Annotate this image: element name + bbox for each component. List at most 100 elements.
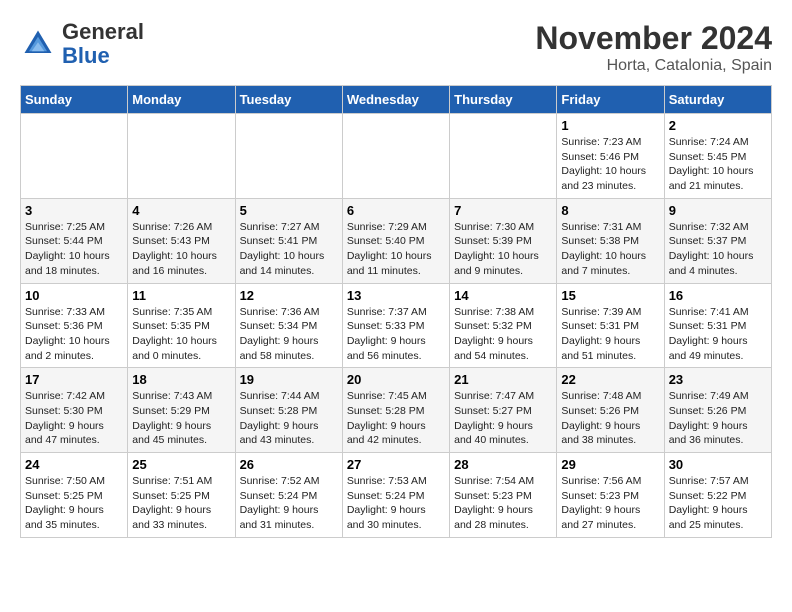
calendar-cell: 10 Sunrise: 7:33 AM Sunset: 5:36 PM Dayli… bbox=[21, 283, 128, 368]
day-info: Sunrise: 7:24 AM Sunset: 5:45 PM Dayligh… bbox=[669, 135, 767, 194]
calendar-cell: 16 Sunrise: 7:41 AM Sunset: 5:31 PM Dayli… bbox=[664, 283, 771, 368]
month-title: November 2024 bbox=[535, 20, 772, 57]
day-info: Sunrise: 7:33 AM Sunset: 5:36 PM Dayligh… bbox=[25, 305, 123, 364]
day-info: Sunrise: 7:36 AM Sunset: 5:34 PM Dayligh… bbox=[240, 305, 338, 364]
day-number: 29 bbox=[561, 457, 659, 472]
day-info: Sunrise: 7:57 AM Sunset: 5:22 PM Dayligh… bbox=[669, 474, 767, 533]
day-number: 28 bbox=[454, 457, 552, 472]
day-info: Sunrise: 7:54 AM Sunset: 5:23 PM Dayligh… bbox=[454, 474, 552, 533]
day-number: 14 bbox=[454, 288, 552, 303]
day-info: Sunrise: 7:53 AM Sunset: 5:24 PM Dayligh… bbox=[347, 474, 445, 533]
calendar-cell: 14 Sunrise: 7:38 AM Sunset: 5:32 PM Dayli… bbox=[450, 283, 557, 368]
day-info: Sunrise: 7:56 AM Sunset: 5:23 PM Dayligh… bbox=[561, 474, 659, 533]
day-info: Sunrise: 7:43 AM Sunset: 5:29 PM Dayligh… bbox=[132, 389, 230, 448]
day-info: Sunrise: 7:42 AM Sunset: 5:30 PM Dayligh… bbox=[25, 389, 123, 448]
calendar-week-row: 3 Sunrise: 7:25 AM Sunset: 5:44 PM Daylig… bbox=[21, 198, 772, 283]
day-of-week-header: Saturday bbox=[664, 86, 771, 114]
day-number: 17 bbox=[25, 372, 123, 387]
calendar-cell: 18 Sunrise: 7:43 AM Sunset: 5:29 PM Dayli… bbox=[128, 368, 235, 453]
calendar-cell: 2Sunrise: 7:24 AM Sunset: 5:45 PM Daylig… bbox=[664, 114, 771, 199]
day-number: 23 bbox=[669, 372, 767, 387]
day-info: Sunrise: 7:49 AM Sunset: 5:26 PM Dayligh… bbox=[669, 389, 767, 448]
day-info: Sunrise: 7:23 AM Sunset: 5:46 PM Dayligh… bbox=[561, 135, 659, 194]
day-info: Sunrise: 7:41 AM Sunset: 5:31 PM Dayligh… bbox=[669, 305, 767, 364]
day-number: 9 bbox=[669, 203, 767, 218]
calendar-cell: 17 Sunrise: 7:42 AM Sunset: 5:30 PM Dayli… bbox=[21, 368, 128, 453]
day-number: 13 bbox=[347, 288, 445, 303]
day-number: 22 bbox=[561, 372, 659, 387]
calendar-cell: 19Sunrise: 7:44 AM Sunset: 5:28 PM Dayli… bbox=[235, 368, 342, 453]
day-info: Sunrise: 7:35 AM Sunset: 5:35 PM Dayligh… bbox=[132, 305, 230, 364]
day-info: Sunrise: 7:48 AM Sunset: 5:26 PM Dayligh… bbox=[561, 389, 659, 448]
day-number: 1 bbox=[561, 118, 659, 133]
calendar-cell: 24 Sunrise: 7:50 AM Sunset: 5:25 PM Dayli… bbox=[21, 453, 128, 538]
calendar-cell: 7 Sunrise: 7:30 AM Sunset: 5:39 PM Daylig… bbox=[450, 198, 557, 283]
calendar-cell: 27 Sunrise: 7:53 AM Sunset: 5:24 PM Dayli… bbox=[342, 453, 449, 538]
calendar-cell: 11 Sunrise: 7:35 AM Sunset: 5:35 PM Dayli… bbox=[128, 283, 235, 368]
day-number: 27 bbox=[347, 457, 445, 472]
day-number: 24 bbox=[25, 457, 123, 472]
calendar-cell: 23 Sunrise: 7:49 AM Sunset: 5:26 PM Dayli… bbox=[664, 368, 771, 453]
day-number: 5 bbox=[240, 203, 338, 218]
day-info: Sunrise: 7:39 AM Sunset: 5:31 PM Dayligh… bbox=[561, 305, 659, 364]
day-number: 18 bbox=[132, 372, 230, 387]
day-of-week-header: Monday bbox=[128, 86, 235, 114]
day-number: 16 bbox=[669, 288, 767, 303]
day-info: Sunrise: 7:31 AM Sunset: 5:38 PM Dayligh… bbox=[561, 220, 659, 279]
day-number: 10 bbox=[25, 288, 123, 303]
logo-icon bbox=[20, 26, 56, 62]
day-of-week-header: Wednesday bbox=[342, 86, 449, 114]
calendar-cell: 25 Sunrise: 7:51 AM Sunset: 5:25 PM Dayli… bbox=[128, 453, 235, 538]
calendar-cell: 1 Sunrise: 7:23 AM Sunset: 5:46 PM Daylig… bbox=[557, 114, 664, 199]
calendar-cell: 5Sunrise: 7:27 AM Sunset: 5:41 PM Daylig… bbox=[235, 198, 342, 283]
page-header: General Blue November 2024 Horta, Catalo… bbox=[20, 20, 772, 75]
calendar-cell: 15 Sunrise: 7:39 AM Sunset: 5:31 PM Dayli… bbox=[557, 283, 664, 368]
calendar-cell: 21Sunrise: 7:47 AM Sunset: 5:27 PM Dayli… bbox=[450, 368, 557, 453]
day-of-week-header: Tuesday bbox=[235, 86, 342, 114]
location-subtitle: Horta, Catalonia, Spain bbox=[535, 57, 772, 75]
calendar-cell bbox=[235, 114, 342, 199]
day-info: Sunrise: 7:45 AM Sunset: 5:28 PM Dayligh… bbox=[347, 389, 445, 448]
calendar-week-row: 24 Sunrise: 7:50 AM Sunset: 5:25 PM Dayli… bbox=[21, 453, 772, 538]
calendar-cell bbox=[21, 114, 128, 199]
calendar-cell: 12 Sunrise: 7:36 AM Sunset: 5:34 PM Dayli… bbox=[235, 283, 342, 368]
day-number: 3 bbox=[25, 203, 123, 218]
calendar-week-row: 1 Sunrise: 7:23 AM Sunset: 5:46 PM Daylig… bbox=[21, 114, 772, 199]
day-number: 6 bbox=[347, 203, 445, 218]
calendar-week-row: 10 Sunrise: 7:33 AM Sunset: 5:36 PM Dayli… bbox=[21, 283, 772, 368]
day-of-week-header: Sunday bbox=[21, 86, 128, 114]
day-info: Sunrise: 7:32 AM Sunset: 5:37 PM Dayligh… bbox=[669, 220, 767, 279]
day-number: 4 bbox=[132, 203, 230, 218]
calendar-cell: 4 Sunrise: 7:26 AM Sunset: 5:43 PM Daylig… bbox=[128, 198, 235, 283]
calendar-cell: 13 Sunrise: 7:37 AM Sunset: 5:33 PM Dayli… bbox=[342, 283, 449, 368]
logo-general-text: General bbox=[62, 19, 144, 44]
calendar-cell bbox=[450, 114, 557, 199]
title-block: November 2024 Horta, Catalonia, Spain bbox=[535, 20, 772, 75]
calendar-cell bbox=[128, 114, 235, 199]
day-number: 12 bbox=[240, 288, 338, 303]
calendar-week-row: 17 Sunrise: 7:42 AM Sunset: 5:30 PM Dayli… bbox=[21, 368, 772, 453]
day-info: Sunrise: 7:52 AM Sunset: 5:24 PM Dayligh… bbox=[240, 474, 338, 533]
day-info: Sunrise: 7:25 AM Sunset: 5:44 PM Dayligh… bbox=[25, 220, 123, 279]
day-info: Sunrise: 7:30 AM Sunset: 5:39 PM Dayligh… bbox=[454, 220, 552, 279]
day-info: Sunrise: 7:44 AM Sunset: 5:28 PM Dayligh… bbox=[240, 389, 338, 448]
day-number: 11 bbox=[132, 288, 230, 303]
day-number: 15 bbox=[561, 288, 659, 303]
calendar-cell: 20Sunrise: 7:45 AM Sunset: 5:28 PM Dayli… bbox=[342, 368, 449, 453]
day-number: 25 bbox=[132, 457, 230, 472]
day-info: Sunrise: 7:26 AM Sunset: 5:43 PM Dayligh… bbox=[132, 220, 230, 279]
calendar-cell: 6 Sunrise: 7:29 AM Sunset: 5:40 PM Daylig… bbox=[342, 198, 449, 283]
calendar-cell: 30 Sunrise: 7:57 AM Sunset: 5:22 PM Dayli… bbox=[664, 453, 771, 538]
calendar-cell: 29 Sunrise: 7:56 AM Sunset: 5:23 PM Dayli… bbox=[557, 453, 664, 538]
calendar-cell: 26 Sunrise: 7:52 AM Sunset: 5:24 PM Dayli… bbox=[235, 453, 342, 538]
calendar-cell: 9 Sunrise: 7:32 AM Sunset: 5:37 PM Daylig… bbox=[664, 198, 771, 283]
calendar-table: SundayMondayTuesdayWednesdayThursdayFrid… bbox=[20, 85, 772, 538]
day-info: Sunrise: 7:51 AM Sunset: 5:25 PM Dayligh… bbox=[132, 474, 230, 533]
day-number: 30 bbox=[669, 457, 767, 472]
day-number: 7 bbox=[454, 203, 552, 218]
day-info: Sunrise: 7:37 AM Sunset: 5:33 PM Dayligh… bbox=[347, 305, 445, 364]
day-info: Sunrise: 7:38 AM Sunset: 5:32 PM Dayligh… bbox=[454, 305, 552, 364]
day-info: Sunrise: 7:50 AM Sunset: 5:25 PM Dayligh… bbox=[25, 474, 123, 533]
day-number: 26 bbox=[240, 457, 338, 472]
day-info: Sunrise: 7:29 AM Sunset: 5:40 PM Dayligh… bbox=[347, 220, 445, 279]
